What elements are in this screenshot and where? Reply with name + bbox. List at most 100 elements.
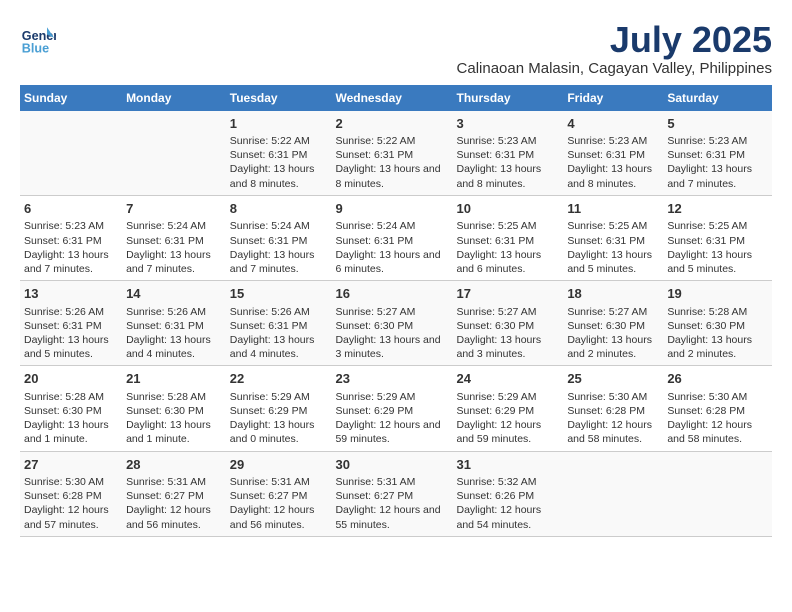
day-number: 10	[457, 200, 560, 218]
calendar-day: 13 Sunrise: 5:26 AM Sunset: 6:31 PM Dayli…	[20, 281, 122, 366]
calendar-day: 1Sunrise: 5:22 AM Sunset: 6:31 PM Daylig…	[226, 111, 332, 196]
day-detail: Sunrise: 5:31 AM Sunset: 6:27 PM Dayligh…	[126, 475, 222, 532]
day-detail: Sunrise: 5:26 AM Sunset: 6:31 PM Dayligh…	[24, 305, 118, 362]
calendar-day: 18 Sunrise: 5:27 AM Sunset: 6:30 PM Dayli…	[563, 281, 663, 366]
day-number: 30	[335, 456, 448, 474]
calendar-day: 16 Sunrise: 5:27 AM Sunset: 6:30 PM Dayli…	[331, 281, 452, 366]
day-detail: Sunrise: 5:29 AM Sunset: 6:29 PM Dayligh…	[335, 390, 448, 447]
calendar-day: 12Sunrise: 5:25 AM Sunset: 6:31 PM Dayli…	[663, 195, 772, 280]
day-detail: Sunrise: 5:29 AM Sunset: 6:29 PM Dayligh…	[230, 390, 328, 447]
calendar-day: 21 Sunrise: 5:28 AM Sunset: 6:30 PM Dayli…	[122, 366, 226, 451]
day-detail: Sunrise: 5:24 AM Sunset: 6:31 PM Dayligh…	[126, 219, 222, 276]
day-number: 27	[24, 456, 118, 474]
page-header: General Blue General Blue July 2025 Cali…	[20, 20, 772, 77]
calendar-day: 7Sunrise: 5:24 AM Sunset: 6:31 PM Daylig…	[122, 195, 226, 280]
day-number: 24	[457, 370, 560, 388]
calendar-week-5: 27Sunrise: 5:30 AM Sunset: 6:28 PM Dayli…	[20, 451, 772, 536]
day-number: 18	[567, 285, 659, 303]
day-detail: Sunrise: 5:31 AM Sunset: 6:27 PM Dayligh…	[230, 475, 328, 532]
day-detail: Sunrise: 5:26 AM Sunset: 6:31 PM Dayligh…	[230, 305, 328, 362]
day-detail: Sunrise: 5:27 AM Sunset: 6:30 PM Dayligh…	[567, 305, 659, 362]
day-number: 8	[230, 200, 328, 218]
header-wednesday: Wednesday	[331, 85, 452, 111]
calendar-day: 11Sunrise: 5:25 AM Sunset: 6:31 PM Dayli…	[563, 195, 663, 280]
day-number: 29	[230, 456, 328, 474]
day-detail: Sunrise: 5:23 AM Sunset: 6:31 PM Dayligh…	[567, 134, 659, 191]
day-detail: Sunrise: 5:29 AM Sunset: 6:29 PM Dayligh…	[457, 390, 560, 447]
calendar-day	[663, 451, 772, 536]
calendar-week-4: 20 Sunrise: 5:28 AM Sunset: 6:30 PM Dayli…	[20, 366, 772, 451]
calendar-header-row: SundayMondayTuesdayWednesdayThursdayFrid…	[20, 85, 772, 111]
day-detail: Sunrise: 5:22 AM Sunset: 6:31 PM Dayligh…	[230, 134, 328, 191]
day-number: 9	[335, 200, 448, 218]
day-number: 21	[126, 370, 222, 388]
calendar-week-1: 1Sunrise: 5:22 AM Sunset: 6:31 PM Daylig…	[20, 111, 772, 196]
day-detail: Sunrise: 5:23 AM Sunset: 6:31 PM Dayligh…	[24, 219, 118, 276]
day-detail: Sunrise: 5:30 AM Sunset: 6:28 PM Dayligh…	[24, 475, 118, 532]
calendar-day: 26 Sunrise: 5:30 AM Sunset: 6:28 PM Dayli…	[663, 366, 772, 451]
day-detail: Sunrise: 5:27 AM Sunset: 6:30 PM Dayligh…	[457, 305, 560, 362]
logo-icon: General Blue	[20, 20, 56, 56]
header-saturday: Saturday	[663, 85, 772, 111]
day-number: 23	[335, 370, 448, 388]
header-tuesday: Tuesday	[226, 85, 332, 111]
day-number: 13	[24, 285, 118, 303]
day-number: 7	[126, 200, 222, 218]
calendar-day: 2Sunrise: 5:22 AM Sunset: 6:31 PM Daylig…	[331, 111, 452, 196]
header-friday: Friday	[563, 85, 663, 111]
day-number: 2	[335, 115, 448, 133]
day-number: 20	[24, 370, 118, 388]
calendar-week-3: 13 Sunrise: 5:26 AM Sunset: 6:31 PM Dayli…	[20, 281, 772, 366]
day-detail: Sunrise: 5:30 AM Sunset: 6:28 PM Dayligh…	[567, 390, 659, 447]
calendar-day: 28Sunrise: 5:31 AM Sunset: 6:27 PM Dayli…	[122, 451, 226, 536]
day-number: 15	[230, 285, 328, 303]
day-detail: Sunrise: 5:23 AM Sunset: 6:31 PM Dayligh…	[457, 134, 560, 191]
calendar-day: 25 Sunrise: 5:30 AM Sunset: 6:28 PM Dayli…	[563, 366, 663, 451]
calendar-day: 10Sunrise: 5:25 AM Sunset: 6:31 PM Dayli…	[453, 195, 564, 280]
day-number: 17	[457, 285, 560, 303]
day-detail: Sunrise: 5:24 AM Sunset: 6:31 PM Dayligh…	[230, 219, 328, 276]
day-detail: Sunrise: 5:25 AM Sunset: 6:31 PM Dayligh…	[567, 219, 659, 276]
day-number: 16	[335, 285, 448, 303]
calendar-day	[20, 111, 122, 196]
day-detail: Sunrise: 5:30 AM Sunset: 6:28 PM Dayligh…	[667, 390, 768, 447]
day-number: 12	[667, 200, 768, 218]
day-detail: Sunrise: 5:28 AM Sunset: 6:30 PM Dayligh…	[667, 305, 768, 362]
day-detail: Sunrise: 5:31 AM Sunset: 6:27 PM Dayligh…	[335, 475, 448, 532]
day-detail: Sunrise: 5:25 AM Sunset: 6:31 PM Dayligh…	[457, 219, 560, 276]
header-thursday: Thursday	[453, 85, 564, 111]
calendar-day: 3Sunrise: 5:23 AM Sunset: 6:31 PM Daylig…	[453, 111, 564, 196]
day-detail: Sunrise: 5:25 AM Sunset: 6:31 PM Dayligh…	[667, 219, 768, 276]
calendar-day: 27Sunrise: 5:30 AM Sunset: 6:28 PM Dayli…	[20, 451, 122, 536]
calendar-day: 31Sunrise: 5:32 AM Sunset: 6:26 PM Dayli…	[453, 451, 564, 536]
title-block: July 2025 Calinaoan Malasin, Cagayan Val…	[457, 20, 772, 77]
day-detail: Sunrise: 5:27 AM Sunset: 6:30 PM Dayligh…	[335, 305, 448, 362]
day-detail: Sunrise: 5:24 AM Sunset: 6:31 PM Dayligh…	[335, 219, 448, 276]
day-number: 25	[567, 370, 659, 388]
day-number: 28	[126, 456, 222, 474]
day-detail: Sunrise: 5:32 AM Sunset: 6:26 PM Dayligh…	[457, 475, 560, 532]
day-number: 22	[230, 370, 328, 388]
day-number: 14	[126, 285, 222, 303]
calendar-day	[563, 451, 663, 536]
calendar-day: 29Sunrise: 5:31 AM Sunset: 6:27 PM Dayli…	[226, 451, 332, 536]
calendar-day: 20Sunrise: 5:28 AM Sunset: 6:30 PM Dayli…	[20, 366, 122, 451]
day-number: 5	[667, 115, 768, 133]
calendar-day: 30Sunrise: 5:31 AM Sunset: 6:27 PM Dayli…	[331, 451, 452, 536]
calendar-day: 8Sunrise: 5:24 AM Sunset: 6:31 PM Daylig…	[226, 195, 332, 280]
day-detail: Sunrise: 5:23 AM Sunset: 6:31 PM Dayligh…	[667, 134, 768, 191]
calendar-day: 4Sunrise: 5:23 AM Sunset: 6:31 PM Daylig…	[563, 111, 663, 196]
subtitle: Calinaoan Malasin, Cagayan Valley, Phili…	[457, 60, 772, 77]
day-number: 4	[567, 115, 659, 133]
day-number: 11	[567, 200, 659, 218]
day-number: 1	[230, 115, 328, 133]
day-detail: Sunrise: 5:28 AM Sunset: 6:30 PM Dayligh…	[126, 390, 222, 447]
svg-text:Blue: Blue	[22, 41, 49, 55]
calendar-day: 19Sunrise: 5:28 AM Sunset: 6:30 PM Dayli…	[663, 281, 772, 366]
calendar-day: 22 Sunrise: 5:29 AM Sunset: 6:29 PM Dayli…	[226, 366, 332, 451]
calendar-week-2: 6Sunrise: 5:23 AM Sunset: 6:31 PM Daylig…	[20, 195, 772, 280]
day-number: 26	[667, 370, 768, 388]
day-number: 3	[457, 115, 560, 133]
calendar-day: 24 Sunrise: 5:29 AM Sunset: 6:29 PM Dayli…	[453, 366, 564, 451]
day-detail: Sunrise: 5:26 AM Sunset: 6:31 PM Dayligh…	[126, 305, 222, 362]
